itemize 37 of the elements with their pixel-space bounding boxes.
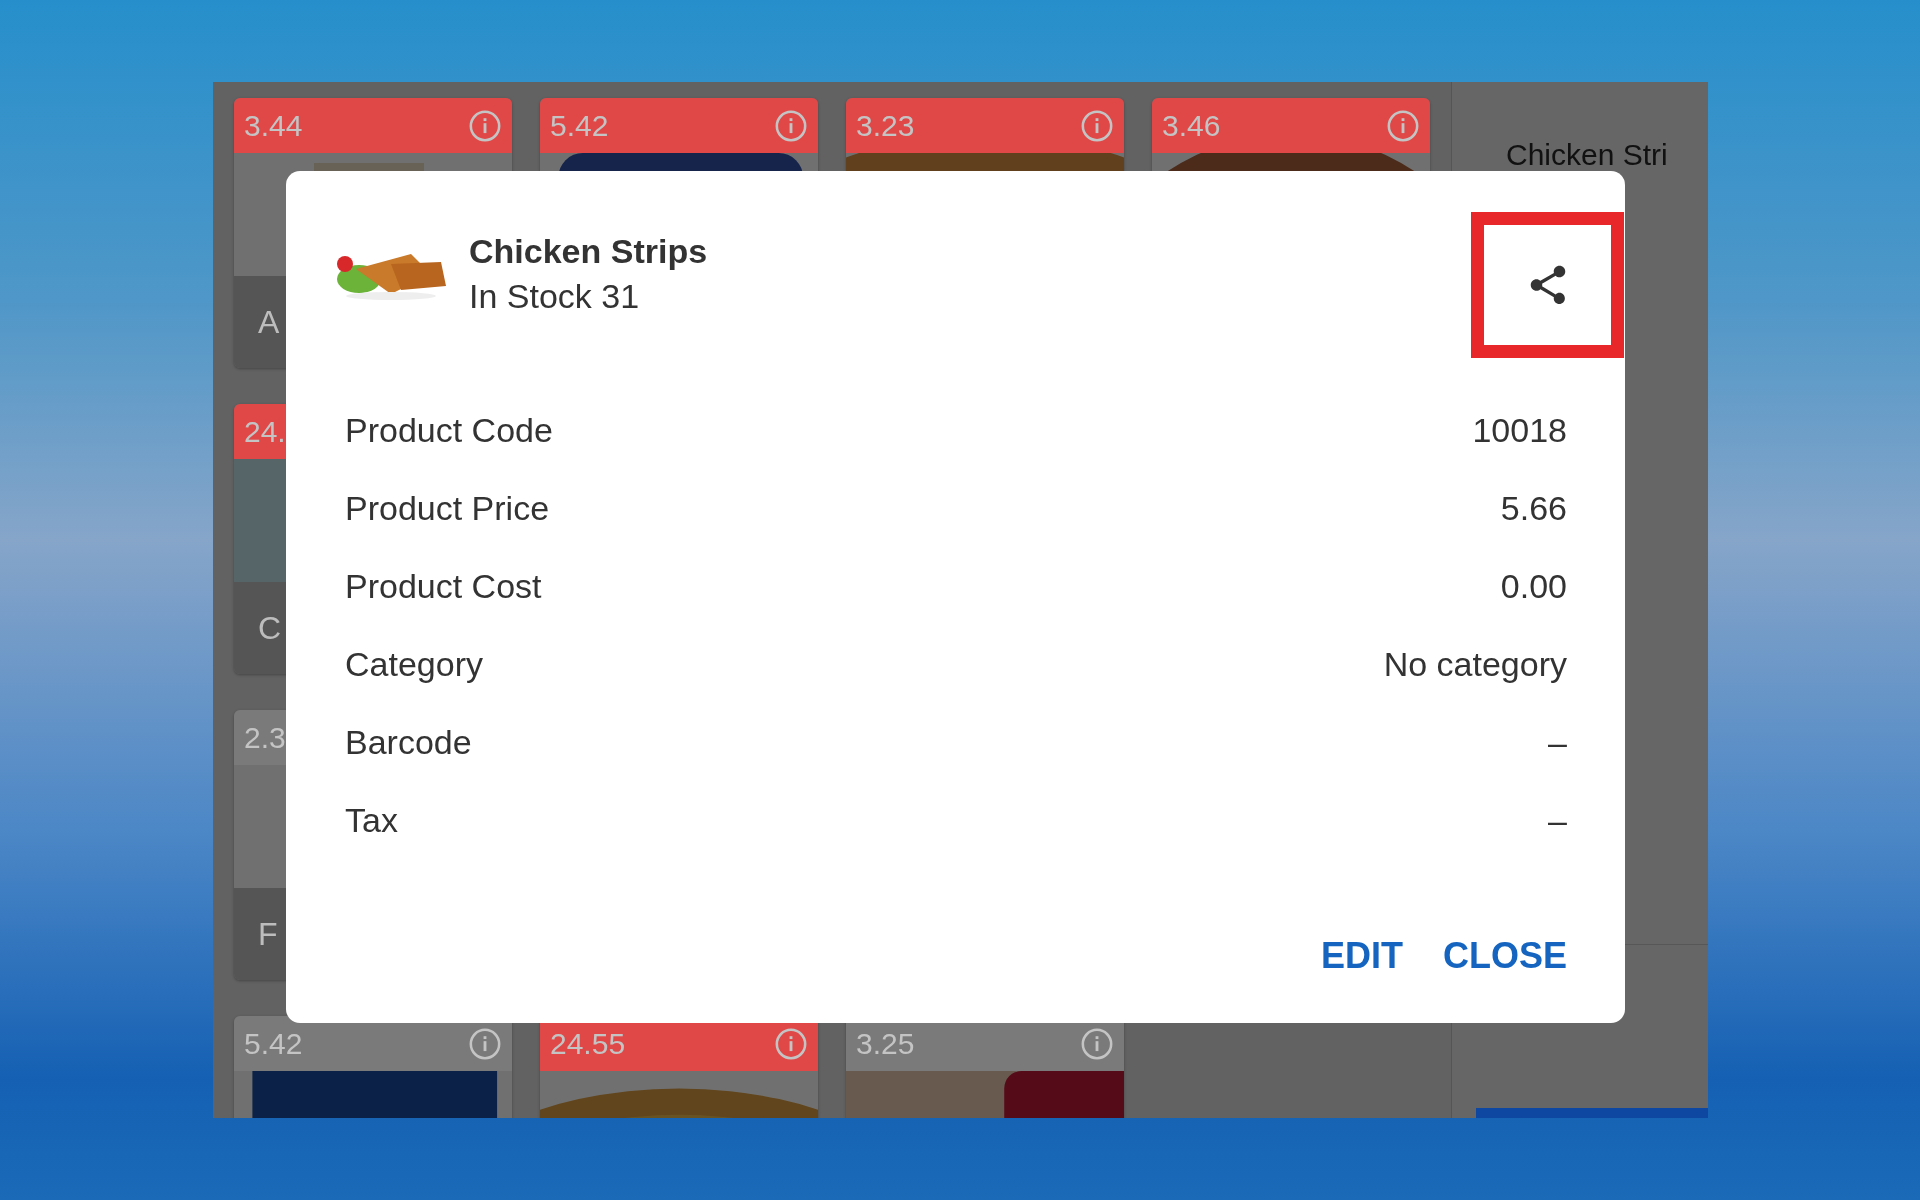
detail-value: 0.00	[1500, 566, 1567, 606]
price-label: 5.42	[244, 1028, 303, 1059]
product-title: Chicken Strips	[469, 232, 709, 271]
info-icon[interactable]	[468, 1026, 502, 1061]
detail-label: Category	[345, 644, 483, 684]
close-button[interactable]: CLOSE	[1443, 931, 1567, 981]
stock-label: In Stock 31	[469, 277, 641, 316]
price-label: 3.25	[856, 1028, 915, 1059]
price-label: 3.46	[1162, 110, 1221, 141]
info-icon[interactable]	[1386, 108, 1420, 143]
detail-value: 10018	[1472, 410, 1567, 450]
product-name: F	[258, 915, 278, 953]
detail-label: Barcode	[345, 722, 472, 762]
detail-label: Product Cost	[345, 566, 542, 606]
detail-value: 5.66	[1500, 488, 1567, 528]
price-label: 5.42	[550, 110, 609, 141]
detail-label: Tax	[345, 800, 398, 840]
detail-label: Product Price	[345, 488, 550, 528]
price-label: 3.23	[856, 110, 915, 141]
product-name: C	[258, 609, 282, 647]
detail-label: Product Code	[345, 410, 553, 450]
price-label: 24.55	[550, 1028, 626, 1059]
info-icon[interactable]	[1080, 1026, 1114, 1061]
product-tile[interactable]: 5.42	[234, 1016, 512, 1118]
info-icon[interactable]	[774, 108, 808, 143]
panel-title: Chicken Stri	[1506, 140, 1669, 170]
info-icon[interactable]	[468, 108, 502, 143]
detail-value: No category	[1383, 644, 1567, 684]
edit-button[interactable]: EDIT	[1320, 931, 1403, 981]
price-label: 3.44	[244, 110, 303, 141]
info-icon[interactable]	[774, 1026, 808, 1061]
detail-value: –	[1548, 800, 1567, 840]
info-icon[interactable]	[1080, 108, 1114, 143]
detail-value: –	[1548, 722, 1567, 762]
product-name: A	[258, 303, 280, 341]
price-label: 2.3	[244, 722, 286, 753]
price-label: 24.	[244, 416, 286, 447]
